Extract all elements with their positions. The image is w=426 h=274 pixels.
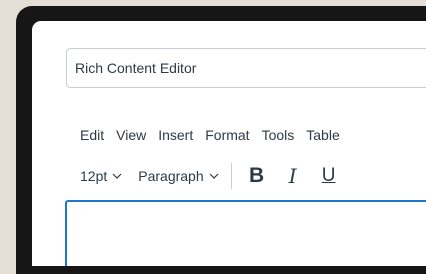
font-size-dropdown[interactable]: 12pt <box>80 168 122 184</box>
menu-view[interactable]: View <box>116 127 146 143</box>
menu-tools[interactable]: Tools <box>262 127 295 143</box>
title-field[interactable]: Rich Content Editor <box>66 48 426 88</box>
device-frame: Rich Content Editor Edit View Insert For… <box>16 6 426 274</box>
menu-insert[interactable]: Insert <box>158 127 193 143</box>
menu-format[interactable]: Format <box>205 127 249 143</box>
toolbar-divider <box>230 163 232 189</box>
editor-content-area[interactable] <box>65 200 426 266</box>
menu-table[interactable]: Table <box>306 127 339 143</box>
block-format-dropdown[interactable]: Paragraph <box>138 168 219 184</box>
chevron-down-icon <box>209 173 219 179</box>
block-format-value: Paragraph <box>138 168 204 184</box>
menu-edit[interactable]: Edit <box>80 127 104 143</box>
underline-button[interactable]: U <box>318 164 340 188</box>
toolbar: 12pt Paragraph B I U <box>80 162 354 190</box>
bold-button[interactable]: B <box>246 164 268 188</box>
italic-button[interactable]: I <box>282 164 304 188</box>
menubar: Edit View Insert Format Tools Table <box>80 127 340 143</box>
editor-screen: Rich Content Editor Edit View Insert For… <box>32 21 426 266</box>
chevron-down-icon <box>112 173 122 179</box>
font-size-value: 12pt <box>80 168 108 184</box>
title-field-value: Rich Content Editor <box>75 60 197 76</box>
